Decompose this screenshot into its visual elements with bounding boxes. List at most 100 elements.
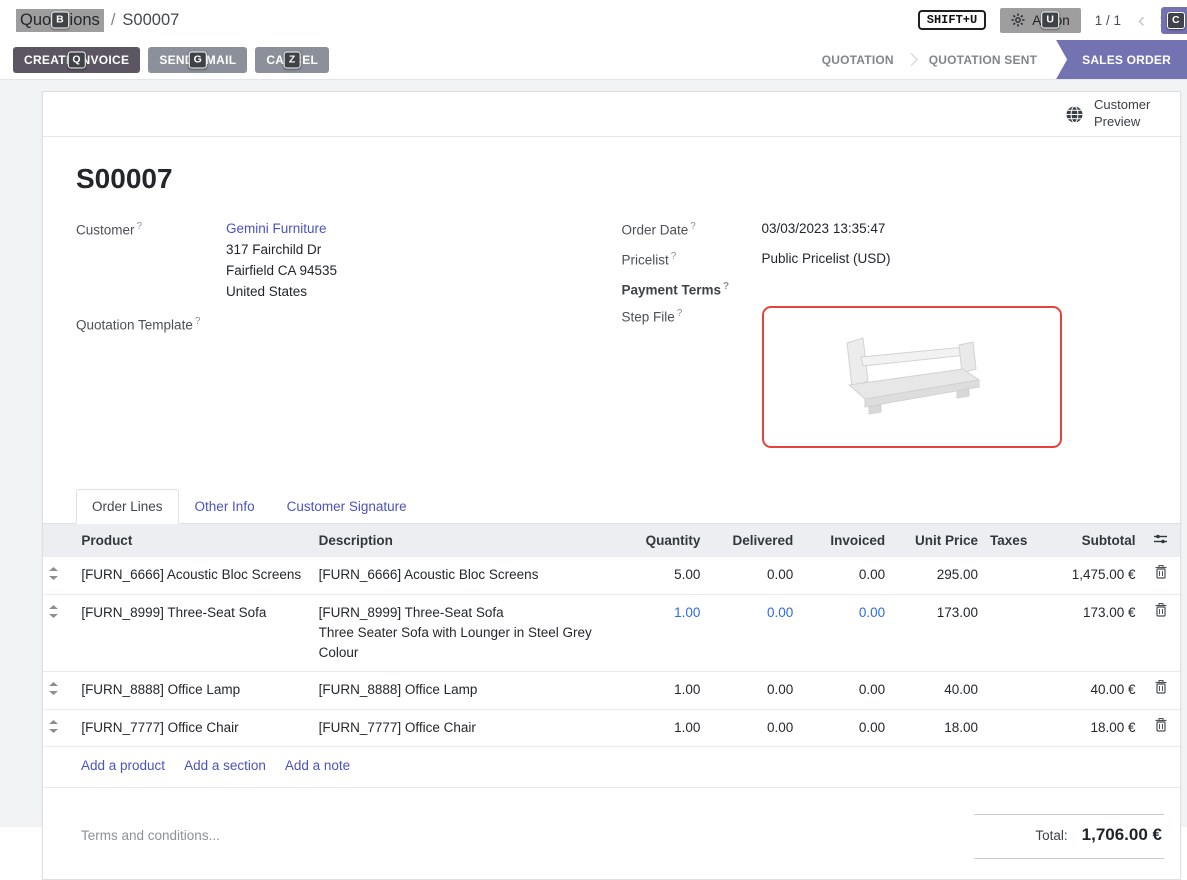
order-form-sheet: Customer Preview S00007 Customer? Gemini… [42,91,1181,880]
create-invoice-button[interactable]: CREATE INVOICE Q [13,47,140,73]
help-icon: ? [723,281,729,292]
cell-taxes[interactable] [984,709,1034,746]
hint-badge-send-email: G [189,51,207,68]
chevron-left-icon: ‹ [1138,9,1145,32]
cell-invoiced[interactable]: 0.00 [799,709,891,746]
cell-invoiced[interactable]: 0.00 [799,672,891,709]
cell-subtotal: 18.00 € [1035,709,1142,746]
sofa-3d-render [807,327,1017,427]
tab-customer-signature[interactable]: Customer Signature [271,489,423,524]
cell-quantity[interactable]: 1.00 [618,672,707,709]
customer-preview-button[interactable]: Customer Preview [1065,97,1158,131]
drag-handle[interactable] [43,557,75,594]
send-email-button[interactable]: SEND EMAIL G [148,47,247,73]
header-quantity: Quantity [618,524,707,557]
cell-unit-price[interactable]: 295.00 [891,557,984,594]
cell-quantity[interactable]: 1.00 [618,709,707,746]
breadcrumb-quotations-link[interactable]: Quotations B [16,9,104,32]
step-file-label: Step File? [622,306,762,448]
cell-unit-price[interactable]: 40.00 [891,672,984,709]
drag-handle-icon [49,605,69,618]
cell-taxes[interactable] [984,672,1034,709]
delete-row-button[interactable] [1142,709,1180,746]
field-pricelist: Pricelist? Public Pricelist (USD) [622,249,1148,270]
field-step-file: Step File? [622,306,1148,448]
quotation-template-label: Quotation Template? [76,314,226,333]
order-date-value[interactable]: 03/03/2023 13:35:47 [762,219,886,240]
header-handle [43,524,75,557]
total-value: 1,706.00 € [1082,825,1162,845]
cell-delivered[interactable]: 0.00 [706,557,799,594]
cell-description[interactable]: [FURN_6666] Acoustic Bloc Screens [313,557,618,594]
customer-value: Gemini Furniture 317 Fairchild Dr Fairfi… [226,219,337,303]
cell-quantity[interactable]: 1.00 [618,594,707,672]
customer-address-line3: United States [226,282,337,303]
cell-invoiced[interactable]: 0.00 [799,594,891,672]
customer-link[interactable]: Gemini Furniture [226,221,327,236]
cancel-button[interactable]: CANCEL Z [255,47,329,73]
pricelist-label: Pricelist? [622,249,762,270]
header-delivered: Delivered [706,524,799,557]
cell-product[interactable]: [FURN_8999] Three-Seat Sofa [75,594,312,672]
trash-icon[interactable] [1155,718,1167,732]
cell-description[interactable]: [FURN_8999] Three-Seat SofaThree Seater … [313,594,618,672]
drag-handle[interactable] [43,709,75,746]
tab-other-info[interactable]: Other Info [179,489,271,524]
cell-description[interactable]: [FURN_8888] Office Lamp [313,672,618,709]
form-view-background: Customer Preview S00007 Customer? Gemini… [0,80,1187,827]
header-taxes: Taxes [984,524,1034,557]
cell-taxes[interactable] [984,557,1034,594]
edge-cutoff-button[interactable]: C [1161,7,1187,34]
trash-icon[interactable] [1155,680,1167,694]
order-lines-table: Product Description Quantity Delivered I… [43,524,1180,747]
drag-handle[interactable] [43,672,75,709]
pager-value: 1 / 1 [1095,13,1121,28]
add-a-note-link[interactable]: Add a note [285,758,350,773]
stage-quotation[interactable]: QUOTATION [809,53,907,67]
drag-handle-icon [49,720,69,733]
cell-description[interactable]: [FURN_7777] Office Chair [313,709,618,746]
add-a-product-link[interactable]: Add a product [81,758,165,773]
pager: 1 / 1 ‹ › [1095,10,1171,31]
delete-row-button[interactable] [1142,557,1180,594]
cell-taxes[interactable] [984,594,1034,672]
trash-icon[interactable] [1155,565,1167,579]
action-menu-button[interactable]: Action U [1000,8,1081,33]
add-a-section-link[interactable]: Add a section [184,758,266,773]
customer-address-line2: Fairfield CA 94535 [226,261,337,282]
stage-quotation-sent[interactable]: QUOTATION SENT [916,53,1050,67]
header-subtotal: Subtotal [1035,524,1142,557]
customer-label: Customer? [76,219,226,303]
top-right-controls: SHIFT+U Action U 1 / 1 ‹ [918,8,1171,33]
pricelist-value[interactable]: Public Pricelist (USD) [762,249,891,270]
cell-quantity[interactable]: 5.00 [618,557,707,594]
table-row: [FURN_8888] Office Lamp [FURN_8888] Offi… [43,672,1180,709]
cell-delivered[interactable]: 0.00 [706,709,799,746]
stage-sales-order[interactable]: SALES ORDER [1056,40,1187,79]
cell-delivered[interactable]: 0.00 [706,594,799,672]
cell-unit-price[interactable]: 173.00 [891,594,984,672]
cell-product[interactable]: [FURN_7777] Office Chair [75,709,312,746]
control-panel-buttons: CREATE INVOICE Q SEND EMAIL G CANCEL Z Q… [0,40,1187,80]
help-icon: ? [195,316,201,327]
delete-row-button[interactable] [1142,594,1180,672]
field-payment-terms: Payment Terms? [622,279,1148,298]
cell-invoiced[interactable]: 0.00 [799,557,891,594]
delete-row-button[interactable] [1142,672,1180,709]
trash-icon[interactable] [1155,603,1167,617]
terms-placeholder[interactable]: Terms and conditions... [81,814,220,859]
cell-delivered[interactable]: 0.00 [706,672,799,709]
optional-columns-button[interactable] [1142,524,1180,557]
drag-handle[interactable] [43,594,75,672]
sheet-topbar: Customer Preview [43,92,1180,137]
cell-subtotal: 173.00 € [1035,594,1142,672]
customer-address-line1: 317 Fairchild Dr [226,240,337,261]
cell-product[interactable]: [FURN_8888] Office Lamp [75,672,312,709]
column-adjust-icon [1154,533,1167,548]
cell-unit-price[interactable]: 18.00 [891,709,984,746]
notebook-tabs: Order Lines Other Info Customer Signatur… [43,489,1180,524]
tab-order-lines[interactable]: Order Lines [76,489,179,524]
cell-product[interactable]: [FURN_6666] Acoustic Bloc Screens [75,557,312,594]
pager-previous-button[interactable]: ‹ [1133,10,1150,31]
drag-handle-icon [49,567,69,580]
